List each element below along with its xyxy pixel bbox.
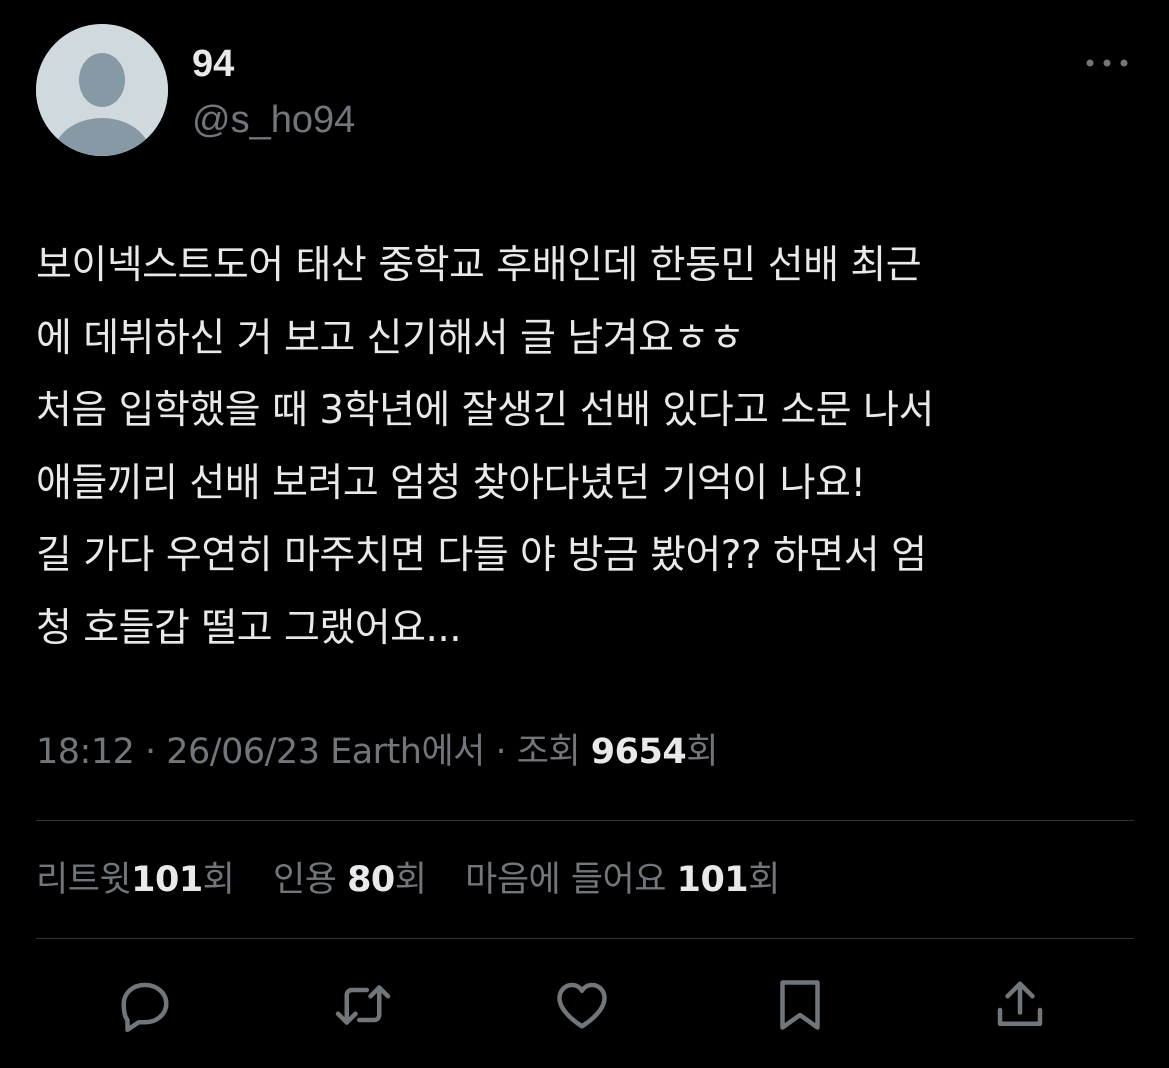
tweet-meta: 18:12 · 26/06/23 Earth에서 · 조회 9654회 [36,724,718,780]
share-icon [997,981,1043,1026]
views-count: 9654 [590,732,687,772]
bookmark-button[interactable] [765,970,835,1040]
default-avatar-icon [36,24,168,156]
reply-button[interactable] [110,970,180,1040]
quotes-label: 인용 [273,860,337,900]
tweet-text-line: 에 데뷔하신 거 보고 신기해서 글 남겨요ㅎㅎ [36,315,745,361]
reply-icon [121,982,169,1032]
tweet-stats: 리트윗101회 인용 80회 마음에 들어요 101회 [36,852,808,908]
likes-stat[interactable]: 마음에 들어요 101회 [465,860,780,900]
bookmark-icon [780,980,820,1030]
heart-icon [557,982,607,1029]
tweet-date[interactable]: 26/06/23 [166,732,320,772]
likes-suffix: 회 [748,860,780,900]
user-handle[interactable]: @s_ho94 [192,96,355,144]
share-button[interactable] [985,970,1055,1040]
retweets-count: 101 [131,860,203,900]
tweet-text-line: 보이넥스트도어 태산 중학교 후배인데 한동민 선배 최근 [36,243,922,288]
views-label: 조회 [516,732,591,772]
views-suffix: 회 [686,732,718,772]
tweet-text-line: 길 가다 우연히 마주치면 다들 야 방금 봤어?? 하면서 엄 [36,533,927,578]
divider [36,820,1134,821]
action-bar [0,970,1169,1040]
tweet-text: 보이넥스트도어 태산 중학교 후배인데 한동민 선배 최근 에 데뷔하신 거 보… [36,230,1136,665]
meta-separator: · [134,732,167,772]
avatar[interactable] [36,24,168,156]
display-name[interactable]: 94 [192,40,234,88]
tweet-text-line: 애들끼리 선배 보려고 엄청 찾아다녔던 기억이 나요! [36,460,866,506]
retweet-icon [335,985,391,1025]
tweet-text-line: 청 호들갑 떨고 그랬어요... [36,605,462,651]
retweets-label: 리트윗 [36,860,132,900]
divider [36,938,1134,939]
tweet-time[interactable]: 18:12 [36,732,135,772]
retweets-suffix: 회 [202,860,235,900]
quotes-stat[interactable]: 인용 80회 [273,860,427,900]
likes-count: 101 [676,860,749,900]
meta-separator: · [484,732,517,772]
tweet-text-line: 처음 입학했을 때 3학년에 잘생긴 선배 있다고 소문 나서 [36,388,934,433]
tweet-source: Earth에서 [330,732,485,772]
retweets-stat[interactable]: 리트윗101회 [36,860,235,900]
quotes-suffix: 회 [394,860,427,900]
likes-label: 마음에 들어요 [465,860,666,900]
retweet-button[interactable] [328,970,398,1040]
more-horizontal-icon [1086,59,1128,67]
more-options-button[interactable] [1082,48,1132,78]
like-button[interactable] [547,970,617,1040]
quotes-count: 80 [347,860,395,900]
